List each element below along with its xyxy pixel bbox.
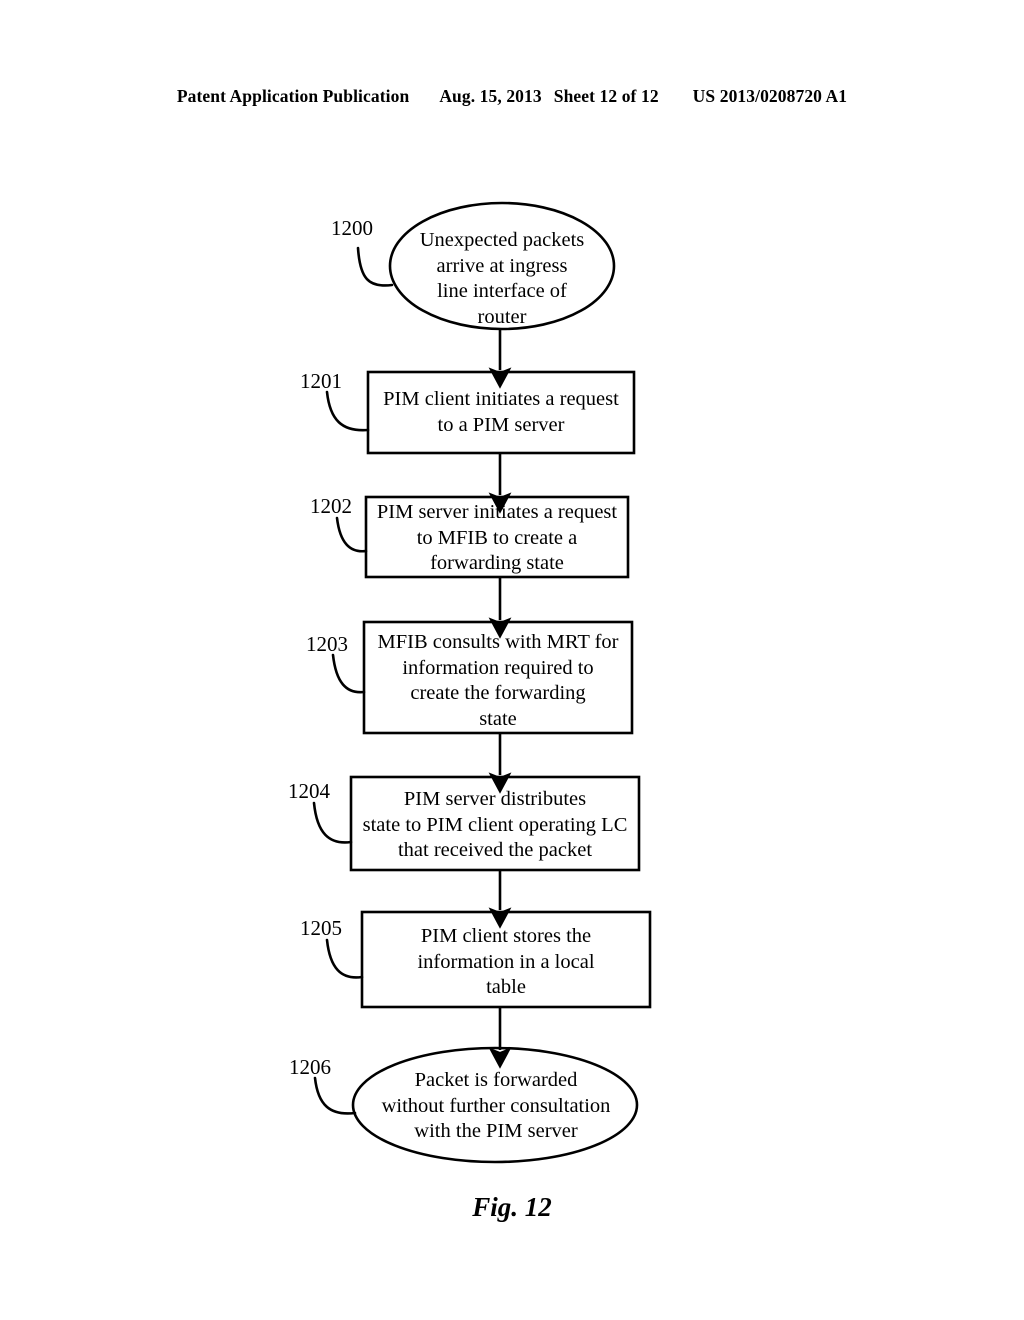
leader-line-1203: [331, 653, 366, 694]
node-1200-label: Unexpected packets arrive at ingress lin…: [419, 229, 585, 328]
leader-line-1206: [313, 1076, 357, 1115]
figure-caption: Fig. 12: [472, 1192, 552, 1222]
figure-12: Unexpected packets arrive at ingress lin…: [0, 0, 1024, 1320]
node-1201-label: PIM client initiates a request to a PIM …: [383, 388, 619, 436]
node-1203-label: MFIB consults with MRT for information r…: [377, 631, 619, 730]
leader-line-1201: [325, 390, 370, 432]
node-1204-label: PIM server distributes state to PIM clie…: [362, 788, 628, 861]
ref-numeral-1200: 1200: [331, 216, 373, 240]
leader-line-1204: [312, 801, 353, 844]
patent-page: Patent Application Publication Aug. 15, 2…: [0, 0, 1024, 1320]
node-1202-label: PIM server initiates a request to MFIB t…: [376, 501, 618, 574]
ref-numeral-1202: 1202: [310, 494, 352, 518]
leader-line-1200: [356, 246, 394, 287]
leader-line-1202: [335, 516, 368, 553]
node-1206-label: Packet is forwarded without further cons…: [381, 1069, 611, 1142]
ref-numeral-1205: 1205: [300, 916, 342, 940]
ref-numeral-1203: 1203: [306, 632, 348, 656]
ref-numeral-1206: 1206: [289, 1055, 331, 1079]
node-1205-label: PIM client stores the information in a l…: [417, 925, 595, 998]
ref-numeral-1204: 1204: [288, 779, 330, 803]
leader-line-1205: [325, 938, 364, 979]
ref-numeral-1201: 1201: [300, 369, 342, 393]
